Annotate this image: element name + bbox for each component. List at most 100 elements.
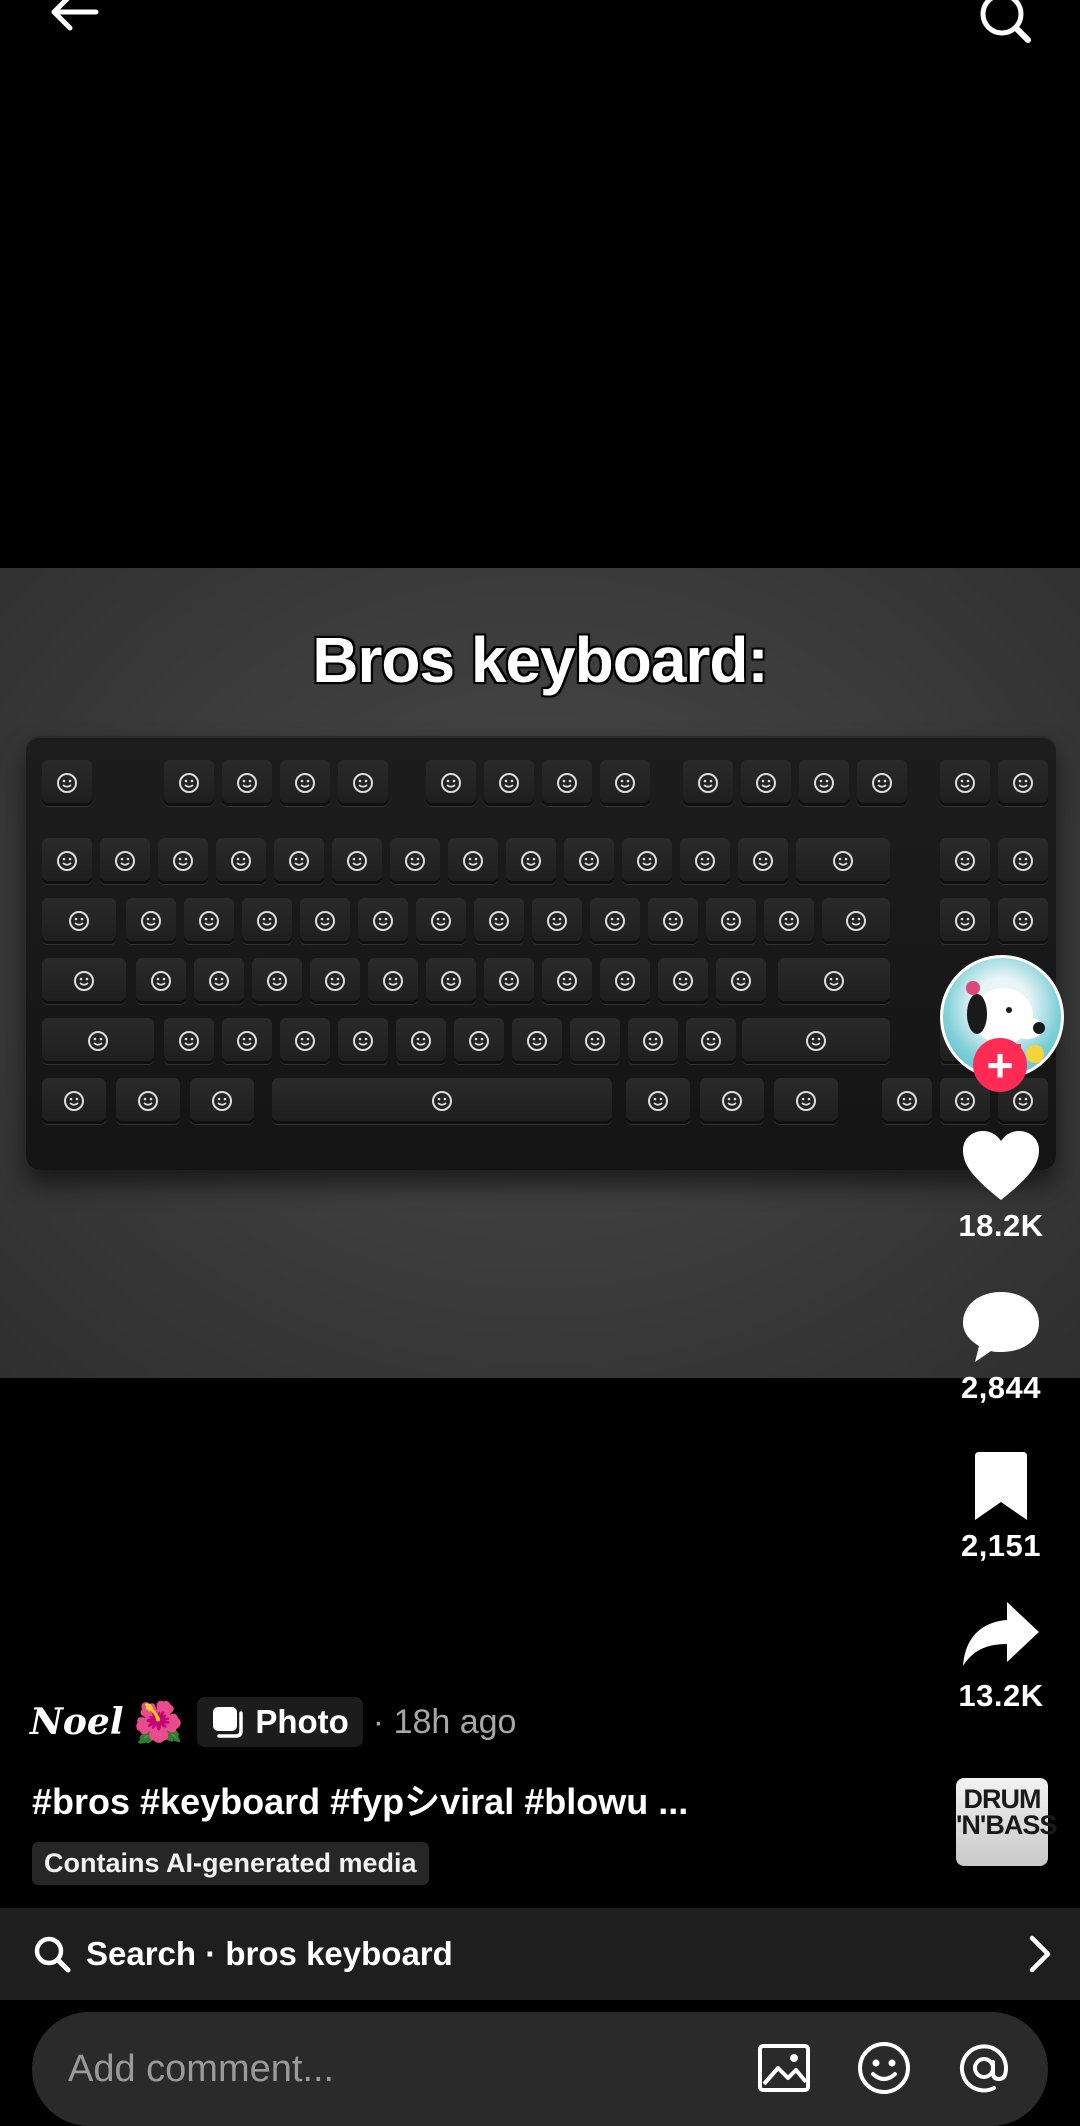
keycap [164,1018,214,1064]
keycap [998,898,1048,944]
keycap [484,958,534,1004]
keycap [426,760,476,806]
keycap [194,958,244,1004]
keyboard-image [26,736,1056,1170]
keycap [512,1018,562,1064]
related-search-text: Search · bros keyboard [86,1935,453,1972]
comment-count: 2,844 [960,1370,1042,1405]
search-icon [34,1936,71,1973]
image-icon[interactable] [756,2040,812,2096]
keycap [686,1018,736,1064]
keycap [42,838,92,884]
keycap [474,898,524,944]
keycap [310,958,360,1004]
keycap [778,958,890,1004]
keycap [126,898,176,944]
like-button[interactable]: 18.2K [940,1130,1062,1244]
keycap [190,1078,254,1124]
sound-disc[interactable]: DRUM 'N'BASS [956,1778,1057,1866]
follow-button[interactable]: + [973,1038,1027,1092]
keycap [100,838,150,884]
keycap [300,898,350,944]
back-button[interactable] [44,0,114,48]
keycap [242,898,292,944]
author-emoji: 🌺 [133,1700,184,1745]
save-button[interactable]: 2,151 [940,1452,1062,1564]
related-search-bar[interactable]: Search · bros keyboard [0,1908,1080,2000]
keycap [216,838,266,884]
keycap [42,1018,154,1064]
keycap [700,1078,764,1124]
keycap [998,838,1048,884]
keycap [42,1078,106,1124]
keycap [116,1078,180,1124]
share-arrow-icon [963,1602,1039,1666]
keycap [622,838,672,884]
keycap [741,760,791,806]
keycap [484,760,534,806]
author-name[interactable]: Noel [30,1701,124,1743]
keycap [706,898,756,944]
keycap [940,898,990,944]
heart-icon [963,1131,1039,1200]
keycap [274,838,324,884]
post-type-label: Photo [255,1703,349,1740]
keycap [416,898,466,944]
sound-label: DRUM 'N'BASS [956,1784,1057,1840]
keycap [822,898,890,944]
keycap [626,1078,690,1124]
post-caption[interactable]: #bros #keyboard #fypシviral #blowu ... [32,1773,688,1825]
keycap [280,1018,330,1064]
keycap [390,838,440,884]
keycap [252,958,302,1004]
author-row: Noel 🌺 Photo · 18h ago [30,1692,516,1752]
keycap [940,760,990,806]
keycap [42,760,92,806]
keycap [998,760,1048,806]
keycap [600,760,650,806]
keycap [738,838,788,884]
keycap [426,958,476,1004]
keycap [774,1078,838,1124]
keycap [570,1018,620,1064]
share-count: 13.2K [958,1678,1044,1713]
keycap [857,760,907,806]
keycap [796,838,890,884]
keycap [799,760,849,806]
bookmark-icon [975,1452,1027,1520]
like-count: 18.2K [958,1208,1044,1243]
keycap [658,958,708,1004]
ai-generated-label[interactable]: Contains AI-generated media [32,1842,429,1885]
keycap [742,1018,890,1064]
search-icon [980,0,1031,43]
keycap [358,898,408,944]
keycap [506,838,556,884]
keycap [882,1078,932,1124]
keycap [600,958,650,1004]
keycap [680,838,730,884]
comment-input[interactable] [66,2046,730,2092]
keycap [396,1018,446,1064]
keycap [764,898,814,944]
search-button[interactable] [970,0,1040,52]
keycap [42,898,116,944]
share-button[interactable]: 13.2K [940,1600,1062,1714]
mention-icon[interactable] [956,2040,1012,2096]
keycap [158,838,208,884]
keycap [448,838,498,884]
keycap [683,760,733,806]
keycap [338,760,388,806]
emoji-icon[interactable] [856,2040,912,2096]
keycap [222,760,272,806]
image-caption: Bros keyboard: [312,624,768,696]
keycap [272,1078,612,1124]
post-time: · 18h ago [372,1702,517,1741]
keycap [590,898,640,944]
keycap [164,760,214,806]
keycap [338,1018,388,1064]
back-arrow-icon [51,0,99,31]
keycap [716,958,766,1004]
comment-button[interactable]: 2,844 [940,1290,1062,1406]
keycap [332,838,382,884]
post-image[interactable]: Bros keyboard: [0,568,1080,1378]
